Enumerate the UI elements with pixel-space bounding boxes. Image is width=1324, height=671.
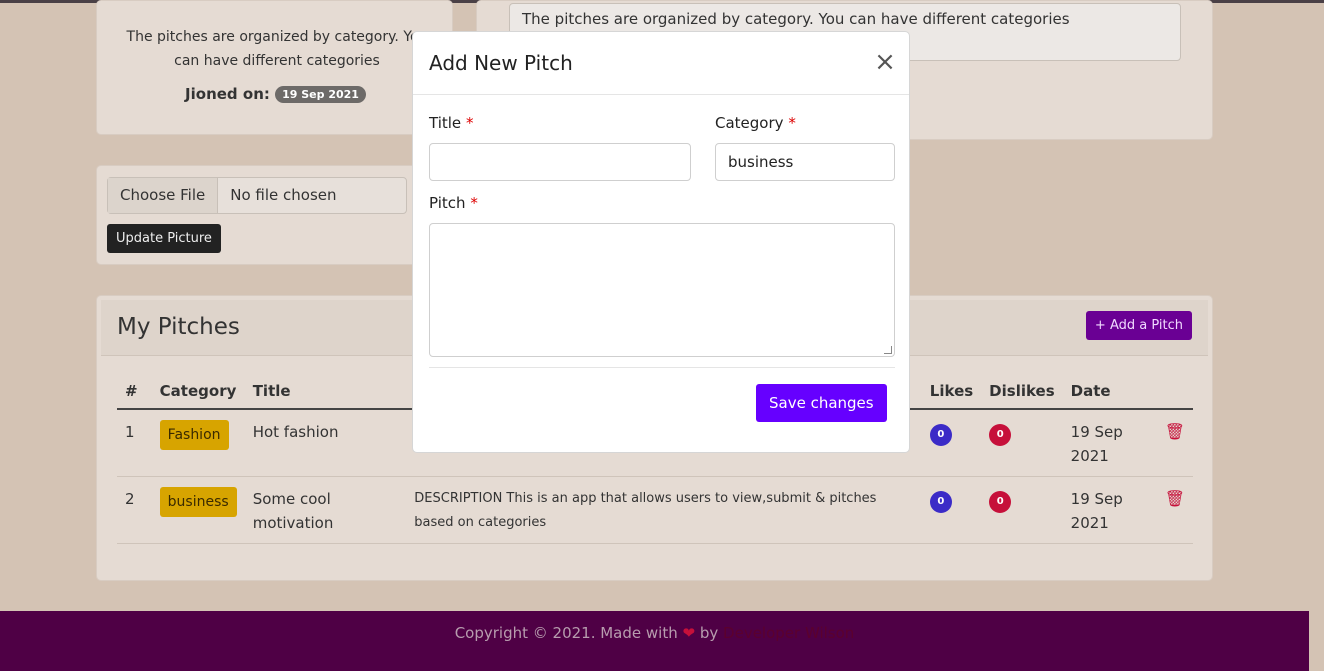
required-mark: * — [465, 114, 474, 132]
pitch-textarea[interactable] — [429, 223, 895, 357]
title-input[interactable] — [429, 143, 691, 181]
required-mark: * — [470, 194, 478, 212]
add-pitch-modal: Add New Pitch × Title * Category * busin… — [412, 31, 910, 453]
save-changes-button[interactable]: Save changes — [756, 384, 887, 422]
title-label-text: Title — [429, 114, 462, 132]
modal-header: Add New Pitch × — [413, 32, 909, 95]
pitch-label: Pitch * — [429, 194, 478, 212]
category-input[interactable]: business — [715, 143, 895, 181]
category-label: Category * — [715, 114, 796, 132]
modal-title: Add New Pitch — [429, 51, 573, 75]
required-mark: * — [788, 114, 796, 132]
category-label-text: Category — [715, 114, 784, 132]
title-label: Title * — [429, 114, 473, 132]
pitch-label-text: Pitch — [429, 194, 466, 212]
modal-footer-divider — [429, 367, 895, 368]
resize-handle-icon[interactable] — [884, 346, 892, 354]
close-icon[interactable]: × — [873, 49, 897, 75]
